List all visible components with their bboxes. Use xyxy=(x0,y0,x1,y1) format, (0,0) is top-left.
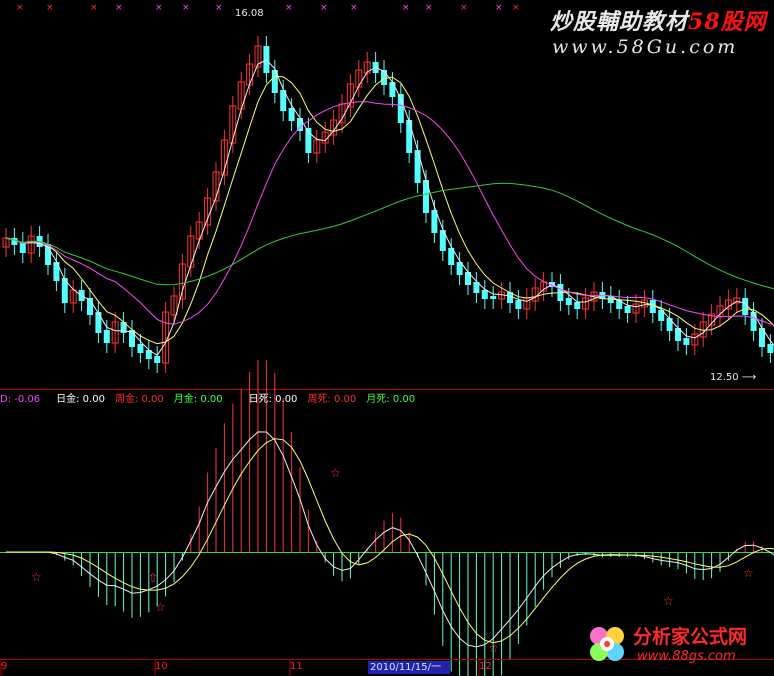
candle-body-down xyxy=(683,338,690,345)
candle-body-down xyxy=(750,312,757,331)
candle-body-down xyxy=(767,344,774,353)
watermark-title: 炒股輔助教材58股网 xyxy=(550,4,767,36)
dea-line xyxy=(6,438,774,644)
dif-line xyxy=(6,431,774,648)
watermark-url: www.58Gu.com xyxy=(552,36,739,58)
indicator-item-3: 月金: 0.00 xyxy=(173,394,223,405)
star-icon: ☆ xyxy=(488,641,499,655)
star-icon: ☆ xyxy=(330,466,341,480)
star-icon: ☆ xyxy=(663,594,674,608)
candlestick-series xyxy=(2,36,774,373)
candle-body-down xyxy=(515,300,522,309)
cursor-date-label: 2010/11/15/一 xyxy=(368,661,450,674)
candle-body-down xyxy=(103,330,110,343)
star-icon: ☆ xyxy=(31,570,42,584)
ma-line-yellow xyxy=(5,75,774,345)
site-logo: 分析家公式网 www.88gs.com xyxy=(585,622,770,672)
indicator-item-1: 日金: 0.00 xyxy=(56,394,105,405)
candle-body-down xyxy=(288,108,295,121)
watermark-brand: 58股网 xyxy=(688,9,767,35)
signal-cross: × xyxy=(215,3,223,13)
x-axis-label-11: 11 xyxy=(290,661,303,672)
x-axis-label-12: 12 xyxy=(479,661,492,672)
signal-cross: × xyxy=(285,3,293,13)
signal-cross: × xyxy=(350,3,358,13)
pinwheel-logo-icon xyxy=(590,627,624,661)
candle-body-down xyxy=(406,120,413,153)
watermark-title-text: 炒股輔助教材 xyxy=(550,9,689,35)
signal-cross: × xyxy=(425,3,433,13)
candle-body-down xyxy=(666,318,673,331)
candle-body-down xyxy=(423,180,429,213)
high-price-label: 16.08 xyxy=(235,8,264,19)
candle-body-down xyxy=(490,296,497,299)
candle-body-down xyxy=(574,302,581,309)
macd-lines xyxy=(6,431,774,648)
signal-cross: × xyxy=(115,3,123,13)
signal-cross: × xyxy=(16,3,24,13)
candle-body-down xyxy=(154,356,161,363)
candle-body-down xyxy=(389,82,396,97)
signal-cross: × xyxy=(495,3,503,13)
signal-cross: × xyxy=(90,3,98,13)
indicator-legend: D: -0.06 日金: 0.00 周金: 0.00 月金: 0.00 日死: 0.00… xyxy=(0,393,415,407)
candle-body-down xyxy=(137,344,144,353)
indicator-item-6: 月死: 0.00 xyxy=(366,394,416,405)
candle-body-down xyxy=(565,298,572,305)
low-price-label: 12.50 ⟶ xyxy=(710,372,756,383)
logo-url: www.88gs.com xyxy=(637,649,736,664)
signal-cross: × xyxy=(402,3,410,13)
candle-body-down xyxy=(742,298,749,315)
arrow-right-icon: ⟶ xyxy=(738,372,757,383)
candle-body-down xyxy=(624,306,631,313)
indicator-item-0: D: -0.06 xyxy=(0,394,41,405)
candle-body-down xyxy=(649,300,656,313)
indicator-item-5: 周死: 0.00 xyxy=(307,394,357,405)
indicator-item-2: 周金: 0.00 xyxy=(114,394,164,405)
low-price-value: 12.50 xyxy=(710,372,739,383)
candle-body-down xyxy=(414,150,421,183)
arrow-up-icon: ⇧ xyxy=(148,571,158,585)
candle-body-down xyxy=(95,312,102,333)
x-axis-label-10: 10 xyxy=(155,661,168,672)
signal-cross: × xyxy=(320,3,328,13)
signal-cross: × xyxy=(182,3,190,13)
signal-cross: × xyxy=(155,3,163,13)
signal-markers-row: × × × × × × × × × × × × × × × xyxy=(16,3,520,13)
star-icon: ☆ xyxy=(743,566,754,580)
signal-cross: × xyxy=(512,3,520,13)
star-icon: ☆ xyxy=(155,600,166,614)
signal-cross: × xyxy=(460,3,468,13)
indicator-item-4: 日死: 0.00 xyxy=(248,394,298,405)
candle-body-down xyxy=(381,70,387,85)
ma-line-green xyxy=(5,182,774,290)
signal-cross: × xyxy=(46,3,54,13)
x-axis-label-9: 9 xyxy=(1,661,8,672)
ma-line-magenta xyxy=(5,101,774,326)
chart-canvas: × × × × × × × × × × × × × × × ☆ ☆ ☆ ☆ ☆ ☆ ⇧ xyxy=(0,3,774,676)
candle-body-down xyxy=(481,290,488,299)
logo-title: 分析家公式网 xyxy=(633,626,748,648)
